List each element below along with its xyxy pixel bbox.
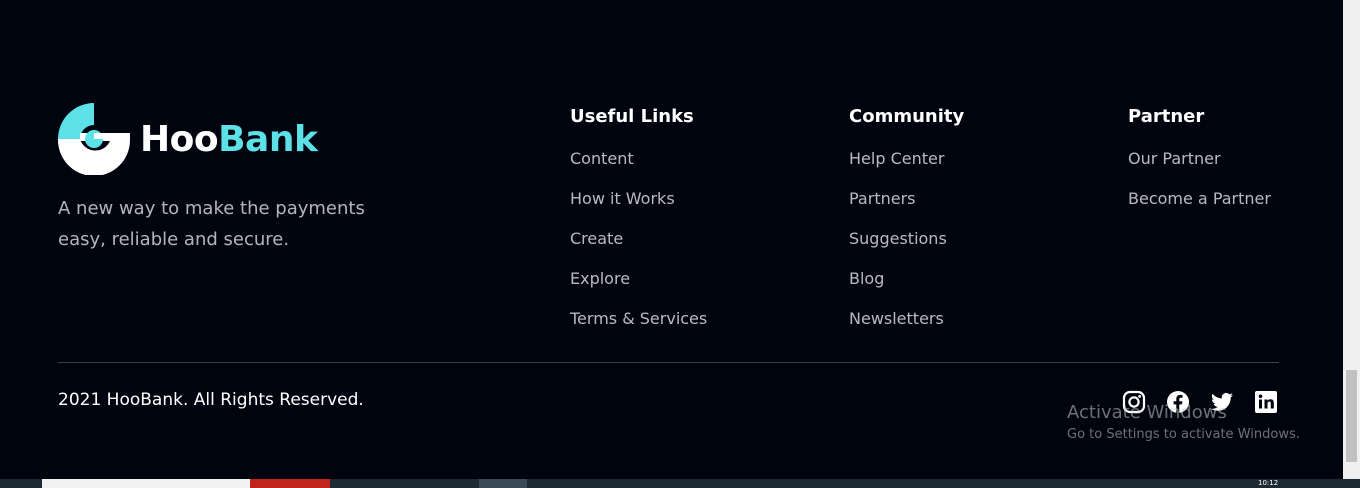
windows-taskbar: 10:12: [0, 479, 1360, 488]
footer-column-useful-links: Useful Links Content How it Works Create…: [570, 106, 707, 348]
vertical-scrollbar[interactable]: [1343, 0, 1360, 479]
footer-column-partner: Partner Our Partner Become a Partner: [1128, 106, 1271, 228]
footer-link-partners[interactable]: Partners: [849, 188, 964, 228]
footer-link-become-partner[interactable]: Become a Partner: [1128, 188, 1271, 228]
footer-link-blog[interactable]: Blog: [849, 268, 964, 308]
footer-link-how-it-works[interactable]: How it Works: [570, 188, 707, 228]
watermark-title: Activate Windows: [1067, 402, 1227, 423]
brand-name-part1: Hoo: [140, 118, 219, 160]
footer-column-community: Community Help Center Partners Suggestio…: [849, 106, 964, 348]
footer-link-suggestions[interactable]: Suggestions: [849, 228, 964, 268]
footer-link-our-partner[interactable]: Our Partner: [1128, 148, 1271, 188]
hoobank-logo-icon: [58, 103, 130, 175]
hoobank-logo[interactable]: HooBank: [58, 103, 318, 175]
column-title: Useful Links: [570, 106, 694, 127]
footer-link-content[interactable]: Content: [570, 148, 707, 188]
footer-link-newsletters[interactable]: Newsletters: [849, 308, 964, 348]
column-title: Community: [849, 106, 965, 127]
tagline: A new way to make the payments easy, rel…: [58, 198, 365, 250]
scrollbar-thumb[interactable]: [1346, 370, 1357, 462]
taskbar-app-thumbnail[interactable]: [250, 479, 330, 488]
footer-link-help-center[interactable]: Help Center: [849, 148, 964, 188]
taskbar-active-app[interactable]: [479, 479, 527, 488]
windows-activation-watermark: Activate Windows Go to Settings to activ…: [1067, 402, 1300, 442]
taskbar-clock[interactable]: 10:12: [1258, 479, 1278, 488]
footer-divider: [58, 362, 1279, 363]
copyright-text: 2021 HooBank. All Rights Reserved.: [58, 390, 364, 410]
footer-link-terms[interactable]: Terms & Services: [570, 308, 707, 348]
watermark-subtitle: Go to Settings to activate Windows.: [1067, 427, 1300, 442]
brand-name-part2: Bank: [218, 118, 318, 160]
footer-link-explore[interactable]: Explore: [570, 268, 707, 308]
footer-link-create[interactable]: Create: [570, 228, 707, 268]
brand-name: HooBank: [140, 118, 318, 160]
column-title: Partner: [1128, 106, 1205, 127]
taskbar-search-box[interactable]: [42, 479, 250, 488]
footer-section: HooBank A new way to make the payments e…: [0, 0, 1343, 479]
